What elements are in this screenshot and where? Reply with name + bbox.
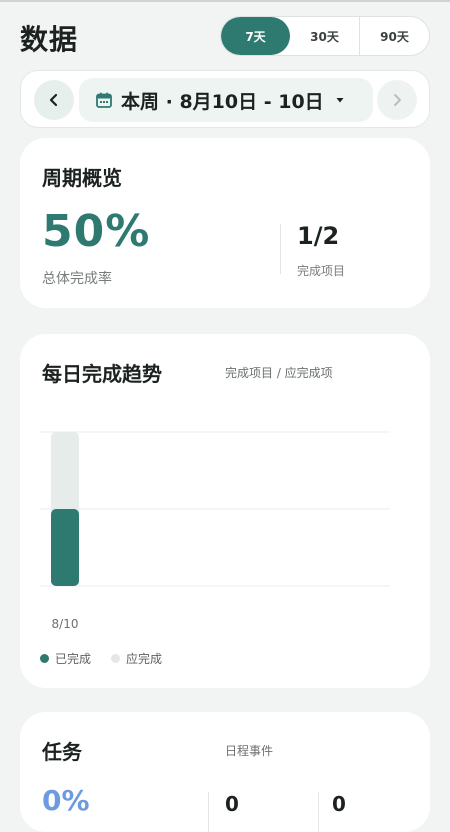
chart-legend: 已完成 应完成 bbox=[40, 650, 182, 667]
chevron-left-icon bbox=[49, 93, 58, 107]
legend-expected-label: 应完成 bbox=[126, 652, 163, 666]
tasks-count-1: 0 bbox=[225, 792, 239, 816]
trend-chart: 8/10 bbox=[40, 431, 390, 631]
legend-expected: 应完成 bbox=[111, 650, 162, 667]
legend-completed-label: 已完成 bbox=[55, 652, 92, 666]
completed-ratio-value: 1/2 bbox=[297, 222, 340, 250]
range-7d-button[interactable]: 7天 bbox=[221, 17, 290, 55]
x-tick-label: 8/10 bbox=[52, 617, 79, 631]
tasks-card: 任务 日程事件 0% 0 0 bbox=[20, 712, 430, 832]
trend-card: 每日完成趋势 完成项目 / 应完成项 8/10 已完成 应完成 bbox=[20, 334, 430, 688]
tasks-divider bbox=[208, 792, 209, 832]
completed-ratio-label: 完成项目 bbox=[297, 264, 346, 278]
legend-expected-swatch bbox=[111, 654, 121, 663]
status-divider bbox=[0, 0, 450, 2]
next-period-button[interactable] bbox=[377, 80, 417, 120]
legend-completed-swatch bbox=[40, 654, 49, 663]
range-30d-button[interactable]: 30天 bbox=[290, 17, 360, 55]
overview-title: 周期概览 bbox=[42, 166, 122, 190]
overview-divider bbox=[280, 224, 281, 274]
overview-card: 周期概览 50% 总体完成率 1/2 完成项目 bbox=[20, 138, 430, 308]
range-selector: 7天 30天 90天 bbox=[220, 16, 430, 56]
completion-rate-label: 总体完成率 bbox=[42, 271, 112, 287]
completion-rate-value: 50% bbox=[42, 206, 151, 257]
bar-completed bbox=[51, 509, 79, 586]
tasks-title: 任务 bbox=[42, 740, 82, 764]
chevron-right-icon bbox=[394, 94, 401, 106]
caret-down-icon bbox=[336, 98, 344, 103]
tasks-count-2: 0 bbox=[332, 792, 346, 816]
tasks-rate-value: 0% bbox=[42, 784, 90, 817]
page-title: 数据 bbox=[20, 23, 79, 56]
calendar-icon bbox=[96, 92, 112, 108]
date-range-label: 本周 · 8月10日 - 10日 bbox=[121, 90, 324, 113]
prev-period-button[interactable] bbox=[34, 80, 74, 120]
tasks-subtitle: 日程事件 bbox=[225, 744, 274, 758]
tasks-divider-2 bbox=[318, 792, 319, 832]
date-range-dropdown[interactable]: 本周 · 8月10日 - 10日 bbox=[79, 78, 373, 122]
date-navigator: 本周 · 8月10日 - 10日 bbox=[20, 70, 430, 128]
legend-completed: 已完成 bbox=[40, 650, 91, 667]
range-90d-button[interactable]: 90天 bbox=[360, 17, 429, 55]
